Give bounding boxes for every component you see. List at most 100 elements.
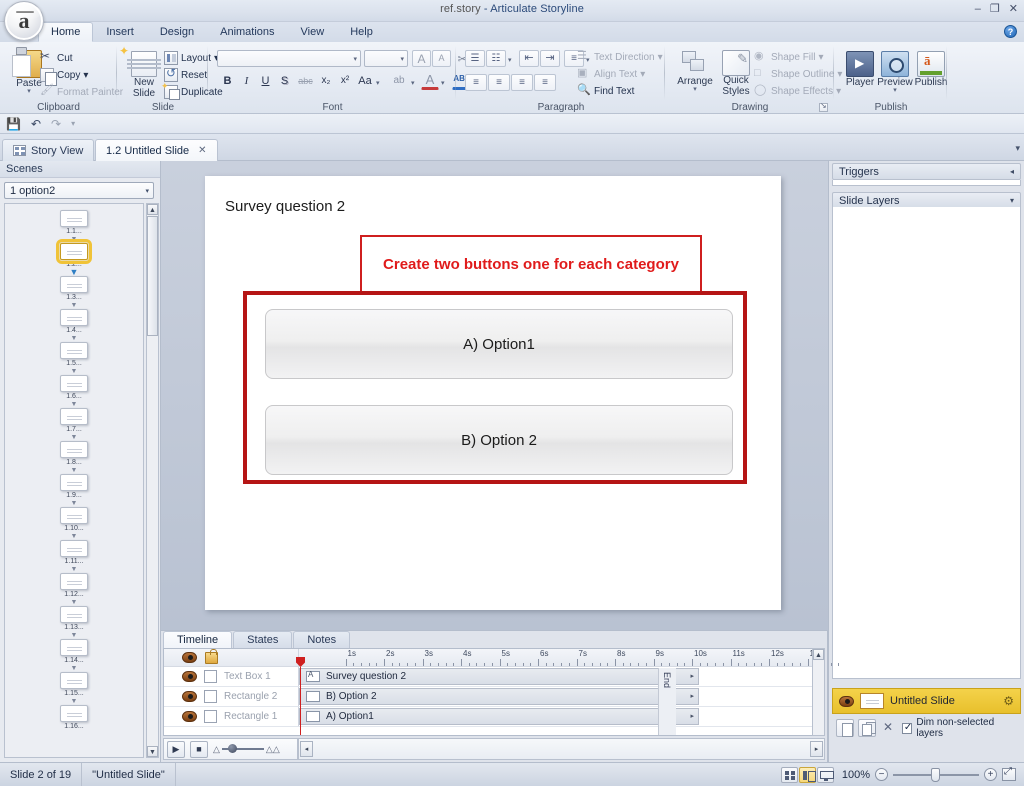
timeline-zoom-slider[interactable]: △ △△ bbox=[213, 744, 280, 755]
thumbnail-preview[interactable] bbox=[60, 573, 88, 590]
tab-slide-1-2[interactable]: 1.2 Untitled Slide ✕ bbox=[95, 139, 218, 161]
thumbnail-preview[interactable] bbox=[60, 705, 88, 722]
slide-layers-list[interactable] bbox=[832, 207, 1021, 679]
numbering-dropdown-arrow[interactable]: ▾ bbox=[508, 56, 512, 64]
scene-select-dropdown[interactable]: 1 option2 ▾ bbox=[4, 182, 154, 199]
triggers-panel-body[interactable] bbox=[832, 180, 1021, 186]
lock-checkbox[interactable] bbox=[204, 670, 217, 683]
shrink-font-button[interactable]: A bbox=[432, 50, 451, 67]
thumbnail-preview[interactable] bbox=[56, 239, 92, 264]
align-right-button[interactable]: ≡ bbox=[511, 74, 533, 91]
close-button[interactable]: ✕ bbox=[1009, 3, 1018, 15]
preview-dropdown-arrow[interactable]: ▾ bbox=[893, 87, 897, 94]
arrange-dropdown-arrow[interactable]: ▾ bbox=[693, 86, 697, 93]
scroll-up-icon[interactable]: ▲ bbox=[813, 649, 824, 660]
bold-button[interactable]: B bbox=[219, 72, 236, 90]
collapse-left-icon[interactable]: ◂ bbox=[1010, 167, 1014, 176]
stop-button[interactable]: ■ bbox=[190, 740, 208, 758]
new-slide-button[interactable]: New Slide bbox=[124, 51, 164, 99]
tab-design[interactable]: Design bbox=[147, 22, 207, 42]
slide-thumbnail[interactable]: 1.7... bbox=[60, 408, 88, 434]
slide-thumbnail[interactable]: 1.13... bbox=[60, 606, 88, 632]
subscript-button[interactable]: x₂ bbox=[317, 72, 335, 90]
slide-thumbnail-list[interactable]: 1.1... ▼ 1.2... ▼ 1.3... ▼ 1.4... ▼ 1.5... ▼ 1.6..… bbox=[4, 203, 144, 758]
normal-view-mode-icon[interactable] bbox=[798, 766, 816, 783]
justify-button[interactable]: ≡ bbox=[534, 74, 556, 91]
superscript-button[interactable]: x² bbox=[336, 72, 354, 90]
timeline-object-bar[interactable]: A) Option1 ▸ bbox=[299, 708, 699, 725]
option-button-b[interactable]: B) Option 2 bbox=[265, 405, 733, 475]
expand-arrow-icon[interactable]: ▸ bbox=[690, 672, 694, 680]
thumbnail-preview[interactable] bbox=[60, 540, 88, 557]
thumbnail-preview[interactable] bbox=[60, 276, 88, 293]
timeline-row[interactable]: Rectangle 1 A) Option1 ▸ bbox=[164, 707, 824, 727]
help-icon[interactable]: ? bbox=[1004, 25, 1017, 38]
tab-timeline[interactable]: Timeline bbox=[163, 631, 233, 648]
eye-icon[interactable] bbox=[182, 691, 197, 702]
thumbnail-preview[interactable] bbox=[60, 210, 88, 227]
slide-title-text[interactable]: Survey question 2 bbox=[225, 198, 345, 215]
shape-fill-button[interactable]: ◉ Shape Fill ▾ bbox=[754, 50, 824, 64]
eye-icon[interactable] bbox=[182, 671, 197, 682]
tab-help[interactable]: Help bbox=[337, 22, 386, 42]
format-painter-button[interactable]: Format Painter bbox=[40, 83, 123, 99]
play-button[interactable]: ▶ bbox=[167, 740, 185, 758]
arrange-button[interactable]: Arrange ▾ bbox=[674, 50, 716, 93]
slide-thumbnail[interactable]: 1.10... bbox=[60, 507, 88, 533]
text-direction-button[interactable]: ☰ Text Direction ▾ bbox=[577, 50, 663, 64]
lock-checkbox[interactable] bbox=[204, 710, 217, 723]
align-center-button[interactable]: ≡ bbox=[488, 74, 510, 91]
find-text-button[interactable]: 🔍 Find Text bbox=[577, 84, 634, 98]
layer-item-untitled-slide[interactable]: Untitled Slide ⚙ bbox=[832, 688, 1021, 714]
tab-insert[interactable]: Insert bbox=[93, 22, 147, 42]
thumbnail-preview[interactable] bbox=[60, 441, 88, 458]
slide-surface[interactable]: Survey question 2 Create two buttons one… bbox=[205, 176, 781, 610]
timeline-body[interactable]: 1s2s3s4s5s6s7s8s9s10s11s12s13 Text Box 1… bbox=[163, 648, 840, 736]
slide-thumbnail[interactable]: 1.5... bbox=[60, 342, 88, 368]
undo-icon[interactable]: ↶ bbox=[31, 117, 41, 131]
slide-thumbnail[interactable]: 1.11... bbox=[60, 540, 88, 566]
font-family-select[interactable]: ▾ bbox=[217, 50, 361, 67]
reset-button[interactable]: Reset bbox=[164, 66, 207, 82]
scroll-left-icon[interactable]: ◂ bbox=[300, 741, 313, 757]
eye-icon[interactable] bbox=[839, 695, 854, 707]
quick-styles-button[interactable]: Quick Styles bbox=[716, 50, 756, 97]
slide-thumbnail[interactable]: 1.6... bbox=[60, 375, 88, 401]
redo-icon[interactable]: ↷ bbox=[51, 117, 61, 131]
option-button-a[interactable]: A) Option1 bbox=[265, 309, 733, 379]
shape-fill-dropdown-arrow[interactable]: ▾ bbox=[818, 52, 823, 63]
timeline-object-bar[interactable]: B) Option 2 ▸ bbox=[299, 688, 699, 705]
articulate-orb-button[interactable]: a bbox=[4, 1, 44, 41]
thumbnail-preview[interactable] bbox=[60, 507, 88, 524]
eye-icon[interactable] bbox=[182, 711, 197, 722]
text-direction-dropdown-arrow[interactable]: ▾ bbox=[658, 52, 663, 63]
thumbnail-preview[interactable] bbox=[60, 639, 88, 656]
slide-thumbnail[interactable]: 1.3... bbox=[60, 276, 88, 302]
thumbnail-preview[interactable] bbox=[60, 672, 88, 689]
gear-icon[interactable]: ⚙ bbox=[1003, 694, 1014, 708]
slide-show-mode-icon[interactable] bbox=[816, 766, 834, 783]
tab-story-view[interactable]: Story View bbox=[2, 139, 95, 161]
tab-view[interactable]: View bbox=[288, 22, 338, 42]
preview-button[interactable]: Preview ▾ bbox=[876, 51, 914, 94]
change-case-button[interactable]: Aa bbox=[356, 72, 374, 90]
timeline-row[interactable]: Text Box 1 Survey question 2 ▸ bbox=[164, 667, 824, 687]
thumbnail-preview[interactable] bbox=[60, 342, 88, 359]
tab-home[interactable]: Home bbox=[38, 22, 94, 42]
scenes-scrollbar[interactable]: ▲ ▼ bbox=[146, 203, 159, 758]
tab-states[interactable]: States bbox=[233, 631, 293, 648]
underline-button[interactable]: U bbox=[257, 72, 274, 90]
align-text-dropdown-arrow[interactable]: ▾ bbox=[640, 69, 645, 80]
slide-thumbnail[interactable]: 1.4... bbox=[60, 309, 88, 335]
restore-button[interactable]: ❐ bbox=[990, 3, 1000, 15]
slide-thumbnail[interactable]: 1.8... bbox=[60, 441, 88, 467]
tab-notes[interactable]: Notes bbox=[293, 631, 351, 648]
scroll-right-icon[interactable]: ▸ bbox=[810, 741, 823, 757]
publish-button[interactable]: Publish bbox=[913, 51, 949, 88]
slider-knob[interactable] bbox=[227, 744, 237, 753]
font-color-button[interactable]: A bbox=[421, 70, 439, 90]
text-highlight-button[interactable]: ab bbox=[389, 72, 409, 90]
timeline-object-bar[interactable]: Survey question 2 ▸ bbox=[299, 668, 699, 685]
zoom-slider-knob[interactable] bbox=[931, 767, 940, 782]
slide-thumbnail[interactable]: 1.15... bbox=[60, 672, 88, 698]
